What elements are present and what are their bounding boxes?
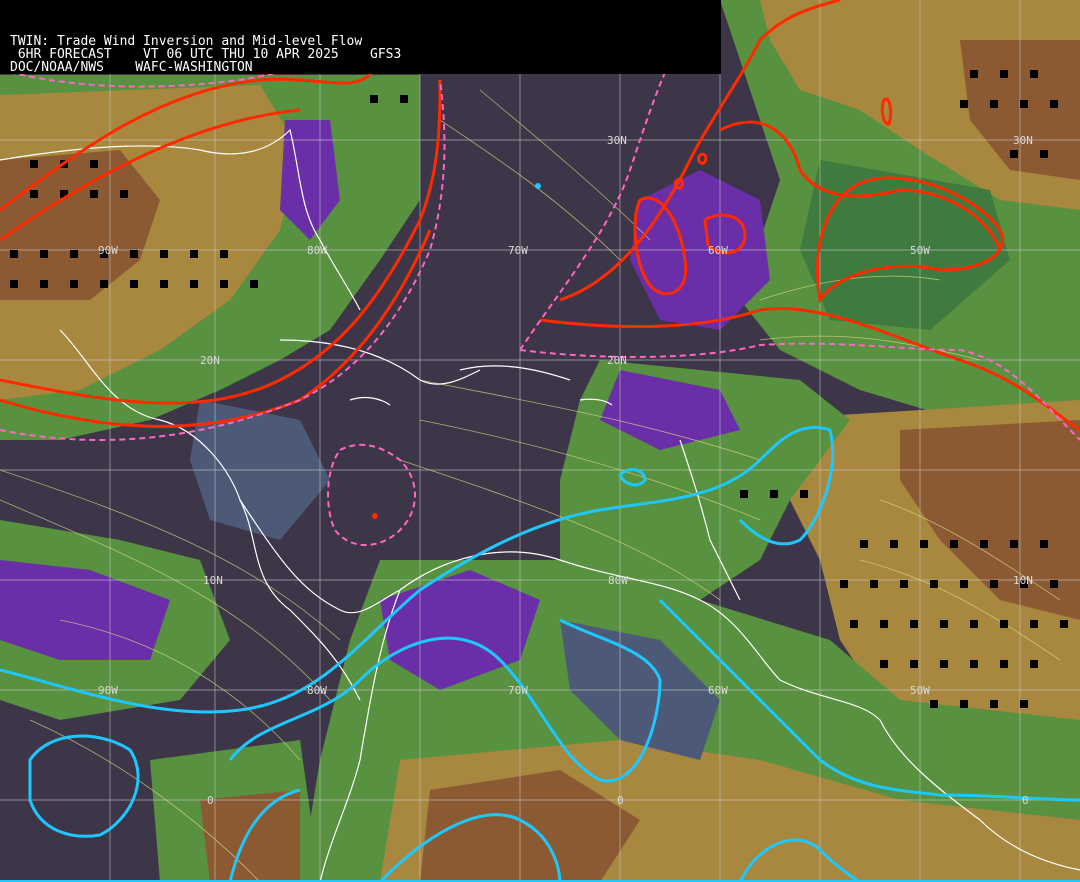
map-svg: 30N 30N 20N 20N 10N 10N 0 0 0 90W 80W 70… [0, 0, 1080, 882]
lon-label-80w-a: 80W [307, 244, 327, 257]
lon-label-60w-a: 60W [708, 244, 728, 257]
header-panel: TWIN: Trade Wind Inversion and Mid-level… [0, 0, 721, 74]
center-marker-blue [535, 183, 541, 189]
lon-label-90w-a: 90W [98, 244, 118, 257]
lat-label-0-a: 0 [207, 794, 214, 807]
lon-label-70w-b: 70W [508, 684, 528, 697]
lon-label-50w-b: 50W [910, 684, 930, 697]
cyan-contour-sw-ring [28, 734, 140, 838]
pink-contour-ring-caribbean [327, 443, 416, 546]
lon-label-80w-b: 80W [307, 684, 327, 697]
lon-label-60w-b: 60W [708, 684, 728, 697]
lat-label-10n-a: 10N [203, 574, 223, 587]
center-marker-red [372, 513, 378, 519]
header-source: DOC/NOAA/NWS WAFC-WASHINGTON [10, 60, 253, 75]
lat-label-10n-b: 10N [1013, 574, 1033, 587]
twin-map: 30N 30N 20N 20N 10N 10N 0 0 0 90W 80W 70… [0, 0, 1080, 882]
lat-label-30n-b: 30N [1013, 134, 1033, 147]
lat-label-0-c: 0 [1022, 794, 1029, 807]
lat-label-30n-a: 30N [607, 134, 627, 147]
lon-label-80w-c: 80W [608, 574, 628, 587]
shaded-regions [0, 0, 1080, 882]
lat-label-20n-a: 20N [200, 354, 220, 367]
coast-jamaica [349, 396, 391, 406]
red-contour-dot-1 [697, 152, 708, 165]
lon-label-50w-a: 50W [910, 244, 930, 257]
lon-label-90w-b: 90W [98, 684, 118, 697]
coast-hispaniola [459, 365, 571, 381]
lat-label-20n-b: 20N [607, 354, 627, 367]
lon-label-70w-a: 70W [508, 244, 528, 257]
lat-label-0-b: 0 [617, 794, 624, 807]
